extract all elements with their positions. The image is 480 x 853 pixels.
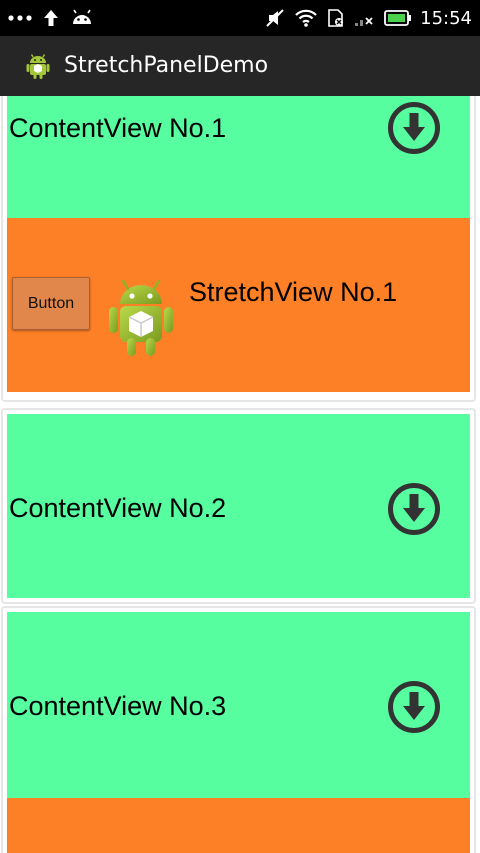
app-title: StretchPanelDemo <box>64 53 269 78</box>
arrow-down-circle-icon[interactable] <box>387 680 441 734</box>
action-bar: StretchPanelDemo <box>0 36 480 96</box>
more-icon <box>8 15 32 21</box>
signal-icon <box>355 17 373 26</box>
content-view-label: ContentView No.3 <box>9 691 227 721</box>
arrow-down-circle-icon[interactable] <box>387 482 441 536</box>
android-notification-icon <box>73 9 91 24</box>
stretch-panel-1: ContentView No.1 Button StretchView No.1 <box>1 96 476 402</box>
status-time: 15:54 <box>420 7 472 29</box>
panel-list[interactable]: ContentView No.1 Button StretchView No.1… <box>0 96 480 853</box>
mute-icon <box>266 9 284 27</box>
content-view-2[interactable]: ContentView No.2 <box>7 414 470 598</box>
content-view-3[interactable]: ContentView No.3 <box>7 612 470 798</box>
content-view-label: ContentView No.2 <box>9 493 227 523</box>
battery-icon <box>384 10 412 26</box>
content-view-1[interactable]: ContentView No.1 <box>7 96 470 218</box>
stretch-panel-3: ContentView No.3 <box>1 606 476 853</box>
status-bar: 15:54 <box>0 0 480 36</box>
stretch-panel-2: ContentView No.2 <box>1 408 476 604</box>
sim-icon <box>328 9 344 27</box>
status-bar-left <box>8 5 94 31</box>
arrow-down-circle-icon[interactable] <box>387 101 441 155</box>
wifi-icon <box>295 9 317 27</box>
stretch-view-1: Button StretchView No.1 <box>7 218 470 392</box>
content-view-label: ContentView No.1 <box>9 113 227 143</box>
stretch-view-label: StretchView No.1 <box>189 277 398 307</box>
status-bar-right: 15:54 <box>264 5 472 31</box>
stretch-button[interactable]: Button <box>12 277 90 330</box>
upload-icon <box>44 10 58 26</box>
android-icon[interactable] <box>24 52 52 80</box>
stretch-view-3 <box>7 798 470 853</box>
android-robot-icon <box>109 279 173 356</box>
